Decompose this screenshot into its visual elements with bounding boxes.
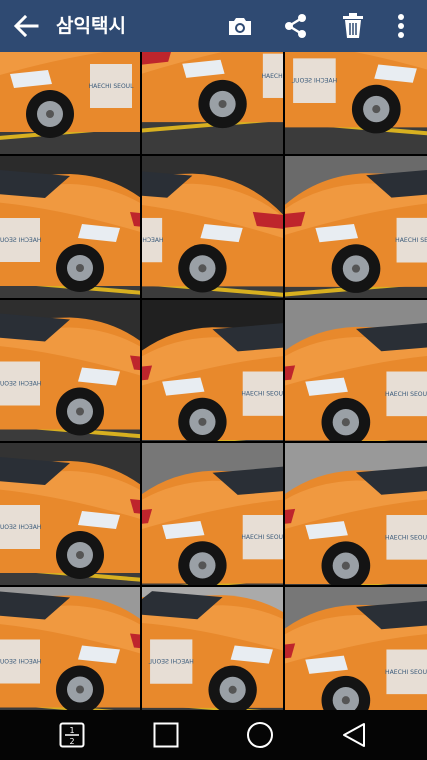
photo-thumbnail[interactable]: HAECHI SEOUL (142, 443, 283, 585)
navigation-bar: 1 2 (0, 710, 427, 760)
svg-text:HAECHI SEOUL: HAECHI SEOUL (261, 73, 283, 80)
svg-text:HAECHI SEOUL: HAECHI SEOUL (89, 83, 134, 90)
app-bar: 삼익택시 (0, 0, 427, 52)
svg-text:1: 1 (69, 726, 74, 735)
svg-text:HAECHI SEOUL: HAECHI SEOUL (148, 659, 194, 666)
photo-grid: HAECHI SEOUL HAECHI SEOUL HAECHI SEOUL HAEC… (0, 52, 427, 710)
back-arrow-icon[interactable] (6, 0, 46, 52)
svg-text:HAECHI SEOUL: HAECHI SEOUL (241, 391, 283, 398)
photo-thumbnail[interactable]: HAECHI SEOUL (285, 300, 427, 441)
svg-text:HAECHI SEOUL: HAECHI SEOUL (291, 78, 337, 85)
home-icon[interactable] (235, 710, 285, 760)
svg-text:HAECHI SEOUL: HAECHI SEOUL (385, 534, 427, 541)
photo-thumbnail[interactable]: HAECHI SEOUL (285, 443, 427, 585)
svg-text:HAECHI SEOUL: HAECHI SEOUL (385, 391, 427, 398)
svg-text:HAECHI SEOUL: HAECHI SEOUL (395, 237, 427, 244)
photo-thumbnail[interactable]: HAECHI SEOUL (0, 300, 140, 441)
svg-text:HAECHI SEOUL: HAECHI SEOUL (385, 669, 427, 676)
camera-icon[interactable] (220, 0, 260, 52)
photo-thumbnail[interactable]: HAECHI SEOUL (142, 300, 283, 441)
photo-thumbnail[interactable]: HAECHI SEOUL (285, 587, 427, 710)
recent-apps-icon[interactable] (141, 710, 191, 760)
dual-window-icon[interactable]: 1 2 (47, 710, 97, 760)
svg-text:HAECHI SEOUL: HAECHI SEOUL (241, 534, 283, 541)
svg-text:HAECHI SEOUL: HAECHI SEOUL (0, 659, 41, 666)
photo-thumbnail[interactable]: HAECHI SEOUL (0, 587, 140, 710)
trash-icon[interactable] (333, 0, 373, 52)
photo-thumbnail[interactable]: HAECHI SEOUL (142, 587, 283, 710)
album-title: 삼익택시 (56, 15, 126, 37)
share-icon[interactable] (276, 0, 316, 52)
photo-thumbnail[interactable]: HAECHI SEOUL (0, 156, 140, 298)
svg-text:HAECHI SEOUL: HAECHI SEOUL (142, 237, 164, 244)
photo-thumbnail[interactable]: HAECHI SEOUL (0, 52, 140, 154)
svg-text:HAECHI SEOUL: HAECHI SEOUL (0, 381, 41, 388)
svg-text:2: 2 (69, 737, 74, 746)
photo-thumbnail[interactable]: HAECHI SEOUL (0, 443, 140, 585)
svg-text:HAECHI SEOUL: HAECHI SEOUL (0, 237, 41, 244)
photo-thumbnail[interactable]: HAECHI SEOUL (142, 52, 283, 154)
photo-thumbnail[interactable]: HAECHI SEOUL (285, 156, 427, 298)
more-vert-icon[interactable] (383, 0, 419, 52)
svg-text:HAECHI SEOUL: HAECHI SEOUL (0, 524, 41, 531)
photo-thumbnail[interactable]: HAECHI SEOUL (142, 156, 283, 298)
back-icon[interactable] (329, 710, 379, 760)
photo-thumbnail[interactable]: HAECHI SEOUL (285, 52, 427, 154)
